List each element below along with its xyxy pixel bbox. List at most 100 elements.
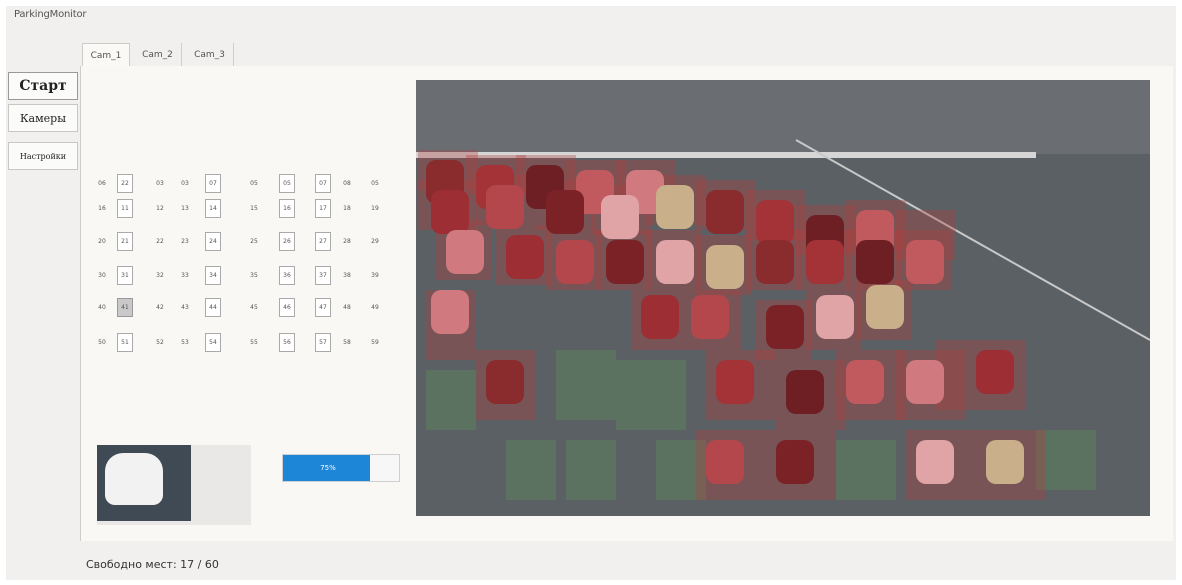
car xyxy=(506,235,544,279)
parking-slot[interactable]: 05 xyxy=(367,174,383,193)
parking-slot[interactable]: 52 xyxy=(152,333,168,352)
parking-slot[interactable]: 05 xyxy=(279,174,295,193)
parking-slot[interactable]: 59 xyxy=(367,333,383,352)
parking-slot[interactable]: 14 xyxy=(205,199,221,218)
parking-slot[interactable]: 20 xyxy=(94,232,110,251)
camera-view xyxy=(416,80,1150,516)
parking-slot[interactable]: 16 xyxy=(279,199,295,218)
car xyxy=(866,285,904,329)
window-title: ParkingMonitor xyxy=(14,9,87,20)
car xyxy=(806,240,844,284)
car xyxy=(976,350,1014,394)
parking-slot[interactable]: 49 xyxy=(367,298,383,317)
parking-slot[interactable]: 29 xyxy=(367,232,383,251)
parking-slot[interactable]: 16 xyxy=(94,199,110,218)
car-thumbnail xyxy=(105,453,163,505)
parking-slot[interactable]: 37 xyxy=(315,266,331,285)
parking-slot[interactable]: 12 xyxy=(152,199,168,218)
free-slot-overlay xyxy=(506,440,556,500)
parking-slot[interactable]: 35 xyxy=(246,266,262,285)
parking-slot[interactable]: 57 xyxy=(315,333,331,352)
parking-slot[interactable]: 45 xyxy=(246,298,262,317)
car xyxy=(706,440,744,484)
tab-cam-3[interactable]: Cam_3 xyxy=(186,43,234,67)
car xyxy=(906,240,944,284)
parking-slot[interactable]: 07 xyxy=(205,174,221,193)
parking-slot[interactable]: 50 xyxy=(94,333,110,352)
parking-slot[interactable]: 24 xyxy=(205,232,221,251)
car xyxy=(656,185,694,229)
parking-slot[interactable]: 03 xyxy=(152,174,168,193)
car xyxy=(606,240,644,284)
progress-text: 75% xyxy=(320,464,336,472)
snapshot-preview xyxy=(97,445,251,525)
parking-slot[interactable]: 42 xyxy=(152,298,168,317)
snapshot-image xyxy=(97,445,191,521)
car xyxy=(446,230,484,274)
car xyxy=(601,195,639,239)
parking-slot[interactable]: 13 xyxy=(177,199,193,218)
parking-slot[interactable]: 25 xyxy=(246,232,262,251)
parking-slot[interactable]: 21 xyxy=(117,232,133,251)
parking-slot[interactable]: 33 xyxy=(177,266,193,285)
parking-slot[interactable]: 07 xyxy=(315,174,331,193)
parking-slot[interactable]: 31 xyxy=(117,266,133,285)
parking-slot[interactable]: 34 xyxy=(205,266,221,285)
occupancy-progress: 75% xyxy=(282,454,400,482)
parking-slot[interactable]: 22 xyxy=(152,232,168,251)
cameras-button[interactable]: Камеры xyxy=(8,104,78,132)
parking-slot[interactable]: 36 xyxy=(279,266,295,285)
car xyxy=(486,185,524,229)
parking-slot[interactable]: 51 xyxy=(117,333,133,352)
parking-slot[interactable]: 23 xyxy=(177,232,193,251)
parking-slot[interactable]: 53 xyxy=(177,333,193,352)
free-slot-overlay xyxy=(566,440,616,500)
car xyxy=(691,295,729,339)
parking-slot[interactable]: 44 xyxy=(205,298,221,317)
parking-slot[interactable]: 19 xyxy=(367,199,383,218)
car xyxy=(641,295,679,339)
parking-slot[interactable]: 15 xyxy=(246,199,262,218)
car xyxy=(756,200,794,244)
parking-slot[interactable]: 17 xyxy=(315,199,331,218)
parking-slot[interactable]: 08 xyxy=(339,174,355,193)
parking-slot[interactable]: 30 xyxy=(94,266,110,285)
parking-slot[interactable]: 55 xyxy=(246,333,262,352)
start-button[interactable]: Старт xyxy=(8,72,78,100)
parking-slot[interactable]: 26 xyxy=(279,232,295,251)
parking-slot[interactable]: 58 xyxy=(339,333,355,352)
settings-button[interactable]: Настройки xyxy=(8,142,78,170)
app-window: ParkingMonitor Старт Камеры Настройки Ca… xyxy=(6,6,1176,580)
car xyxy=(846,360,884,404)
free-slot-overlay xyxy=(836,440,896,500)
parking-slot[interactable]: 03 xyxy=(177,174,193,193)
parking-slot[interactable]: 41 xyxy=(117,298,133,317)
parking-slot[interactable]: 43 xyxy=(177,298,193,317)
car xyxy=(706,190,744,234)
parking-slot[interactable]: 22 xyxy=(117,174,133,193)
car xyxy=(706,245,744,289)
parking-slot[interactable]: 40 xyxy=(94,298,110,317)
free-slot-overlay xyxy=(556,350,616,420)
parking-slot[interactable]: 38 xyxy=(339,266,355,285)
title-bar: ParkingMonitor xyxy=(6,6,1176,26)
parking-slot[interactable]: 06 xyxy=(94,174,110,193)
car xyxy=(756,240,794,284)
parking-slot[interactable]: 47 xyxy=(315,298,331,317)
tab-cam-2[interactable]: Cam_2 xyxy=(134,43,182,67)
parking-slot[interactable]: 11 xyxy=(117,199,133,218)
parking-slot[interactable]: 32 xyxy=(152,266,168,285)
car xyxy=(546,190,584,234)
parking-slot[interactable]: 28 xyxy=(339,232,355,251)
parking-slot[interactable]: 48 xyxy=(339,298,355,317)
tab-cam-1[interactable]: Cam_1 xyxy=(82,43,130,67)
parking-slot[interactable]: 46 xyxy=(279,298,295,317)
car xyxy=(906,360,944,404)
parking-slot[interactable]: 18 xyxy=(339,199,355,218)
parking-slot[interactable]: 39 xyxy=(367,266,383,285)
parking-slot[interactable]: 54 xyxy=(205,333,221,352)
parking-slot[interactable]: 27 xyxy=(315,232,331,251)
parking-slot[interactable]: 56 xyxy=(279,333,295,352)
status-bar-text: Свободно мест: 17 / 60 xyxy=(86,558,219,571)
parking-slot[interactable]: 05 xyxy=(246,174,262,193)
